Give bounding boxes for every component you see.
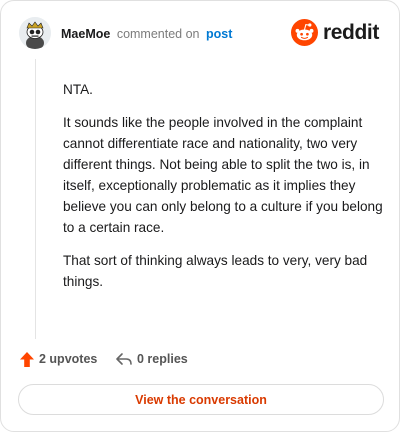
- comment-paragraph: NTA.: [63, 82, 93, 97]
- comment-body: NTA. It sounds like the people involved …: [63, 79, 383, 304]
- reply-button[interactable]: 0 replies: [115, 349, 188, 369]
- user-avatar[interactable]: [19, 17, 51, 49]
- brand-wordmark: reddit: [323, 21, 379, 44]
- reply-count: 0 replies: [137, 352, 188, 366]
- upvote-arrow-icon: [20, 351, 34, 367]
- reply-arrow-icon: [116, 353, 132, 365]
- comment-paragraph: It sounds like the people involved in th…: [63, 115, 383, 235]
- comment-paragraph: That sort of thinking always leads to ve…: [63, 253, 368, 289]
- upvote-count: 2 upvotes: [39, 352, 98, 366]
- comment-actions: 2 upvotes 0 replies: [19, 349, 379, 369]
- username[interactable]: MaeMoe: [61, 27, 110, 41]
- comment-meta: MaeMoe commented on post: [61, 26, 232, 42]
- action-text: commented on: [116, 27, 200, 41]
- comment-header: MaeMoe commented on post reddit: [19, 17, 381, 51]
- post-link[interactable]: post: [206, 27, 232, 41]
- snoo-avatar-icon: [19, 17, 51, 49]
- view-conversation-button[interactable]: View the conversation: [18, 384, 384, 415]
- upvote-button[interactable]: 2 upvotes: [19, 349, 97, 369]
- reddit-brand[interactable]: reddit: [291, 18, 381, 48]
- thread-line: [35, 59, 36, 339]
- comment-embed-card: MaeMoe commented on post reddit NTA. It …: [0, 0, 400, 432]
- reddit-logo-icon: [291, 19, 318, 46]
